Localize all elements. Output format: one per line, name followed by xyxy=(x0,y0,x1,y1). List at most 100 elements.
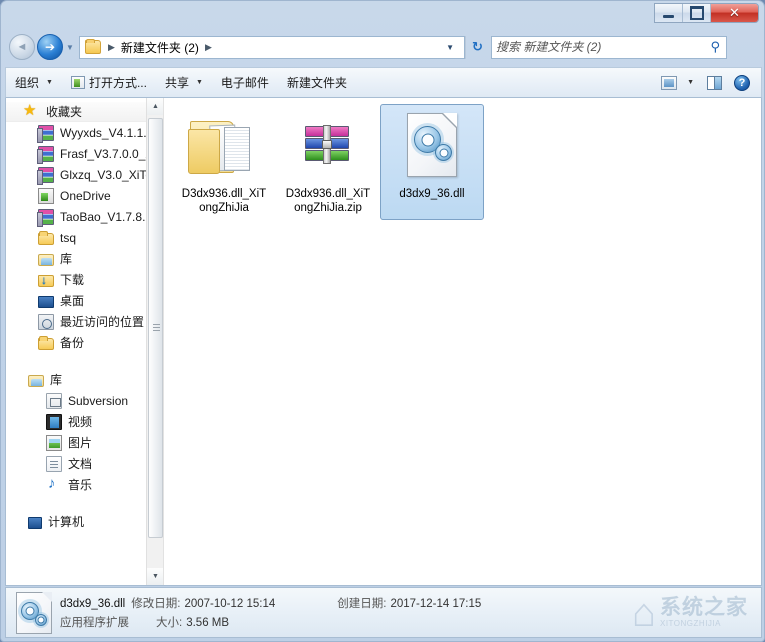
help-button[interactable]: ? xyxy=(730,71,754,95)
download-icon xyxy=(38,273,54,287)
sidebar-item-label: 下载 xyxy=(60,273,85,287)
share-button[interactable]: 共享 ▼ xyxy=(156,71,212,95)
email-label: 电子邮件 xyxy=(220,76,269,90)
sidebar-item-label: tsq xyxy=(60,230,77,245)
sidebar-item-glxzq[interactable]: Glxzq_V3.0_XiTo xyxy=(6,164,163,185)
sidebar-item-videos[interactable]: 视频 xyxy=(6,411,163,432)
sidebar-item-documents[interactable]: 文档 xyxy=(6,453,163,474)
sidebar-item-label: 备份 xyxy=(60,336,85,350)
breadcrumb-path-text[interactable]: 新建文件夹 (2) xyxy=(120,39,200,56)
details-size-value: 3.56 MB xyxy=(186,617,230,629)
title-bar: ✕ xyxy=(1,1,764,29)
sidebar-item-library-shortcut[interactable]: 库 xyxy=(6,248,163,269)
books-icon xyxy=(37,124,54,143)
file-name-line2: ongZhiJia.zip xyxy=(294,202,362,214)
sidebar-item-onedrive[interactable]: OneDrive xyxy=(6,185,163,206)
sidebar-item-downloads[interactable]: 下载 xyxy=(6,269,163,290)
preview-pane-button[interactable] xyxy=(699,71,730,95)
scroll-down-button[interactable]: ▼ xyxy=(147,568,163,585)
sidebar-item-pictures[interactable]: 图片 xyxy=(6,432,163,453)
music-icon xyxy=(46,475,62,493)
scrollbar-thumb[interactable] xyxy=(148,118,163,538)
details-text: d3dx9_36.dll 修改日期: 2007-10-12 15:14 创建日期… xyxy=(60,595,481,630)
details-size-label: 大小: xyxy=(156,617,183,629)
maximize-button[interactable] xyxy=(683,4,711,22)
chevron-down-icon: ▼ xyxy=(687,79,694,86)
refresh-icon: ↻ xyxy=(472,39,483,54)
document-icon xyxy=(46,455,62,472)
dll-file-icon xyxy=(16,591,52,634)
details-row-primary: d3dx9_36.dll 修改日期: 2007-10-12 15:14 创建日期… xyxy=(60,595,481,611)
library-icon xyxy=(38,253,54,266)
sidebar-item-subversion[interactable]: Subversion xyxy=(6,390,163,411)
search-icon[interactable]: ⚲ xyxy=(710,39,722,55)
sidebar-item-frasf[interactable]: Frasf_V3.7.0.0_X xyxy=(6,143,163,164)
sidebar-group-computer[interactable]: 计算机 xyxy=(6,511,163,532)
minimize-button[interactable] xyxy=(655,4,683,22)
picture-icon xyxy=(46,434,62,451)
chevron-down-icon: ▼ xyxy=(46,79,53,86)
refresh-button[interactable]: ↻ xyxy=(465,35,489,59)
sidebar-item-label: OneDrive xyxy=(60,188,111,203)
navigation-list: 收藏夹 Wyyxds_V4.1.1. Frasf_V3.7.0.0_X Glxz… xyxy=(6,98,163,532)
sidebar-item-backup[interactable]: 备份 xyxy=(6,332,163,353)
new-folder-button[interactable]: 新建文件夹 xyxy=(278,71,356,95)
details-file-type: 应用程序扩展 xyxy=(60,617,129,629)
recent-places-icon xyxy=(38,313,54,330)
sidebar-item-label: TaoBao_V1.7.8. xyxy=(60,209,146,224)
change-view-button[interactable]: ▼ xyxy=(656,71,699,95)
address-dropdown-icon[interactable]: ▼ xyxy=(438,43,462,52)
file-list-pane[interactable]: ♺ D3dx936.dll_XiT ongZhiJia xyxy=(164,98,761,585)
address-bar-row: ◄ ➔ ▼ ▶ 新建文件夹 (2) ▶ ▼ ↻ ⚲ xyxy=(1,31,764,63)
scroll-up-button[interactable]: ▲ xyxy=(147,98,163,115)
forward-arrow-icon: ➔ xyxy=(44,40,56,54)
sidebar-item-label: 视频 xyxy=(68,415,93,429)
folder-icon xyxy=(38,230,54,245)
sidebar-item-desktop[interactable]: 桌面 xyxy=(6,290,163,311)
computer-label: 计算机 xyxy=(48,515,85,529)
new-folder-label: 新建文件夹 xyxy=(286,76,347,90)
email-button[interactable]: 电子邮件 xyxy=(212,71,278,95)
library-icon xyxy=(28,374,44,387)
sidebar-item-tsq[interactable]: tsq xyxy=(6,227,163,248)
dll-file-icon xyxy=(396,109,468,181)
file-item-folder[interactable]: ♺ D3dx936.dll_XiT ongZhiJia xyxy=(172,104,276,220)
history-dropdown-button[interactable]: ▼ xyxy=(63,34,77,60)
details-row-secondary: 应用程序扩展 大小: 3.56 MB xyxy=(60,614,481,630)
sidebar-item-label: 文档 xyxy=(68,457,93,471)
breadcrumb-address-bar[interactable]: ▶ 新建文件夹 (2) ▶ ▼ xyxy=(79,35,465,59)
search-input[interactable] xyxy=(496,40,711,54)
details-modified-label: 修改日期: xyxy=(131,598,181,610)
window-controls: ✕ xyxy=(654,3,759,23)
sidebar-group-favorites[interactable]: 收藏夹 xyxy=(6,101,163,122)
explorer-window: ✕ ◄ ➔ ▼ ▶ 新建文件夹 (2) ▶ ▼ ↻ ⚲ 组织 xyxy=(0,0,765,642)
file-item-label: d3dx9_36.dll xyxy=(383,187,481,201)
breadcrumb-separator-left[interactable]: ▶ xyxy=(103,42,120,53)
breadcrumb-separator-right[interactable]: ▶ xyxy=(200,42,217,53)
back-button[interactable]: ◄ xyxy=(9,34,35,60)
file-item-dll[interactable]: d3dx9_36.dll xyxy=(380,104,484,220)
chevron-down-icon: ▼ xyxy=(195,79,203,86)
organize-button[interactable]: 组织 ▼ xyxy=(6,71,62,95)
navigation-scrollbar[interactable]: ▲ ▼ xyxy=(146,98,163,585)
back-arrow-icon: ◄ xyxy=(16,41,28,53)
video-icon xyxy=(46,413,62,430)
search-box[interactable]: ⚲ xyxy=(491,35,727,59)
open-with-button[interactable]: 打开方式... xyxy=(62,71,156,95)
sidebar-item-music[interactable]: 音乐 xyxy=(6,474,163,495)
folder-icon xyxy=(38,335,54,350)
forward-button[interactable]: ➔ xyxy=(37,34,63,60)
sidebar-group-libraries[interactable]: 库 xyxy=(6,369,163,390)
chevron-down-icon: ▼ xyxy=(66,42,74,52)
command-toolbar: 组织 ▼ 打开方式... 共享 ▼ 电子邮件 新建文件夹 ▼ ? xyxy=(5,67,762,98)
file-grid: ♺ D3dx936.dll_XiT ongZhiJia xyxy=(164,98,761,220)
sidebar-item-recent-places[interactable]: 最近访问的位置 xyxy=(6,311,163,332)
sidebar-item-label: Wyyxds_V4.1.1. xyxy=(60,125,147,140)
sidebar-item-wyyxds[interactable]: Wyyxds_V4.1.1. xyxy=(6,122,163,143)
file-item-zip[interactable]: D3dx936.dll_XiT ongZhiJia.zip xyxy=(276,104,380,220)
file-name-line1: d3dx9_36.dll xyxy=(399,188,465,200)
close-button[interactable]: ✕ xyxy=(711,4,758,22)
sidebar-item-taobao[interactable]: TaoBao_V1.7.8. xyxy=(6,206,163,227)
help-icon: ? xyxy=(734,74,750,91)
